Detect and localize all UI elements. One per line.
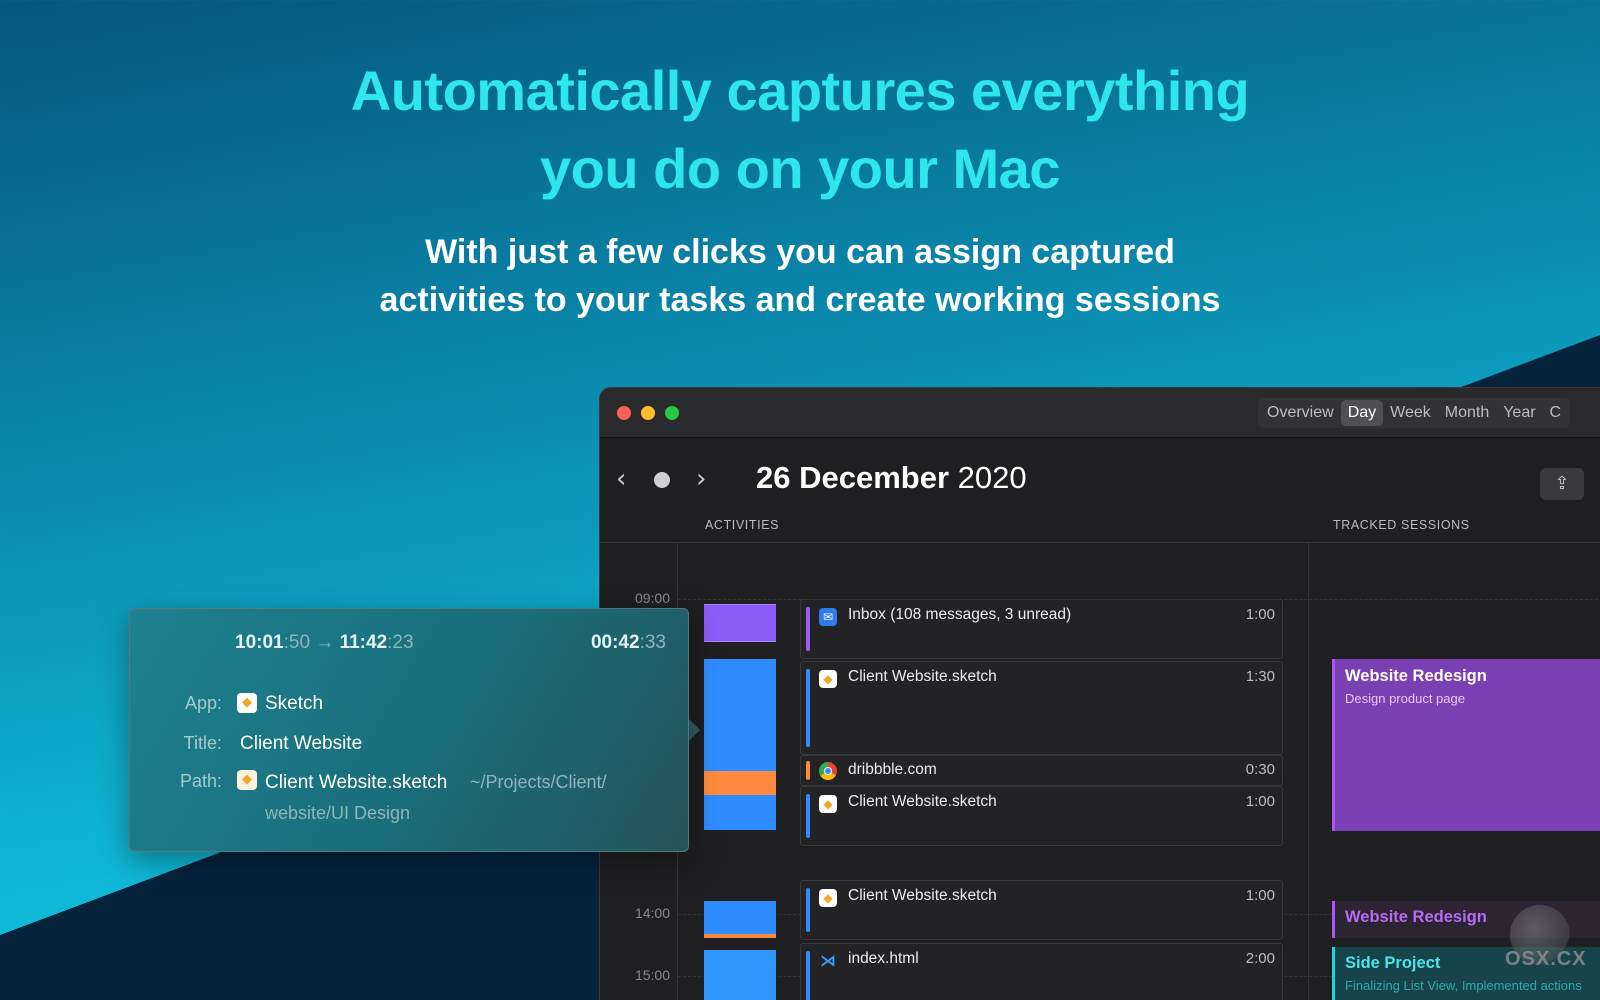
session-title: Website Redesign <box>1345 667 1487 685</box>
headline-line-2: you do on your Mac <box>540 137 1060 200</box>
activity-name: dribbble.com <box>848 761 937 778</box>
activity-timeline-block[interactable] <box>704 604 776 642</box>
arrow-right-icon: → <box>315 632 335 653</box>
title-label: Title: <box>183 733 222 753</box>
popover-duration: 00:42:33 <box>591 632 666 654</box>
header-divider <box>600 542 1600 543</box>
hero-headline: Automatically captures everything you do… <box>0 52 1600 208</box>
title-value: Client Website <box>240 733 363 754</box>
close-window-button[interactable] <box>617 406 631 420</box>
activity-color-bar <box>806 669 810 747</box>
path-directory-continued: website/UI Design <box>265 803 411 823</box>
duration-main: 00:42 <box>590 632 640 653</box>
activity-item[interactable]: ✉ Inbox (108 messages, 3 unread) 1:00 <box>800 599 1283 659</box>
end-time: 11:42 <box>339 632 388 653</box>
duration-seconds: :33 <box>639 632 666 653</box>
activity-color-bar <box>806 951 810 1000</box>
subhead-line-2: activities to your tasks and create work… <box>379 281 1221 319</box>
activity-duration: 1:30 <box>1245 668 1275 685</box>
subhead-line-1: With just a few clicks you can assign ca… <box>425 233 1175 271</box>
date-year: 2020 <box>957 460 1027 495</box>
hour-label: 15:00 <box>634 967 670 983</box>
app-label: App: <box>184 693 222 713</box>
hero-subheadline: With just a few clicks you can assign ca… <box>0 228 1600 324</box>
activity-timeline-block[interactable] <box>704 771 776 795</box>
vscode-icon: ⋊ <box>820 951 836 970</box>
view-switcher: Overview Day Week Month Year C <box>1258 398 1571 428</box>
activity-timeline-block[interactable] <box>704 901 776 938</box>
activity-timeline-block[interactable] <box>704 795 776 830</box>
activity-duration: 1:00 <box>1245 606 1275 623</box>
tab-year[interactable]: Year <box>1496 400 1542 426</box>
activity-color-bar <box>806 761 810 780</box>
activity-name: Client Website.sketch <box>848 668 997 685</box>
share-icon: ⇪ <box>1554 473 1570 494</box>
today-dot-button[interactable] <box>654 472 670 488</box>
tab-month[interactable]: Month <box>1438 400 1496 426</box>
activity-item[interactable]: ◆ Client Website.sketch 1:00 <box>800 880 1283 940</box>
session-title: Website Redesign <box>1345 908 1487 926</box>
activity-duration: 2:00 <box>1245 950 1275 967</box>
activity-timeline-block[interactable] <box>704 950 776 1000</box>
sessions-column-divider <box>1308 543 1309 1000</box>
zoom-window-button[interactable] <box>665 406 679 420</box>
date-day: 26 December <box>756 460 950 495</box>
session-item[interactable]: Website Redesign Design product page <box>1332 659 1600 831</box>
start-time: 10:01 <box>235 632 284 653</box>
sessions-column-header: TRACKED SESSIONS <box>1333 518 1470 532</box>
tab-day[interactable]: Day <box>1340 400 1384 426</box>
start-seconds: :50 <box>283 632 311 653</box>
activity-duration: 1:00 <box>1245 793 1275 810</box>
activity-color-bar <box>806 888 810 932</box>
activity-item[interactable]: dribbble.com 0:30 <box>800 755 1283 786</box>
activity-name: Inbox (108 messages, 3 unread) <box>848 606 1072 623</box>
activity-item[interactable]: ◆ Client Website.sketch 1:30 <box>800 661 1283 755</box>
tab-custom[interactable]: C <box>1543 400 1569 426</box>
app-value: Sketch <box>265 693 324 714</box>
sketch-icon: ◆ <box>819 889 837 907</box>
tab-overview[interactable]: Overview <box>1260 400 1341 426</box>
path-file[interactable]: Client Website.sketch <box>265 772 447 794</box>
activity-timeline-block[interactable] <box>704 659 776 771</box>
date-navigation: ‹ › 26 December 2020 ⇪ <box>600 438 1600 518</box>
sketch-icon: ◆ <box>237 693 257 713</box>
activity-detail-popover: 10:01:50 → 11:42:23 00:42:33 App: ◆ Sket… <box>129 608 689 852</box>
activity-color-bar <box>806 794 810 838</box>
chrome-icon <box>819 762 837 780</box>
share-button[interactable]: ⇪ <box>1540 468 1584 500</box>
activities-column-header: ACTIVITIES <box>705 518 780 532</box>
watermark-text: OSX.CX <box>1505 948 1587 970</box>
path-directory: ~/Projects/Client/ <box>470 772 607 792</box>
activity-name: Client Website.sketch <box>848 887 997 904</box>
path-label: Path: <box>179 771 222 791</box>
tab-week[interactable]: Week <box>1383 400 1438 426</box>
sketch-file-icon: ◆ <box>237 770 257 790</box>
activity-name: Client Website.sketch <box>848 793 997 810</box>
minimize-window-button[interactable] <box>641 406 655 420</box>
chevron-right-icon[interactable]: › <box>696 466 706 492</box>
mail-icon: ✉ <box>819 608 837 626</box>
popover-time-range: 10:01:50 → 11:42:23 <box>235 632 414 654</box>
headline-line-1: Automatically captures everything <box>350 59 1250 122</box>
hour-label: 14:00 <box>634 905 670 921</box>
activity-duration: 1:00 <box>1245 887 1275 904</box>
activity-item[interactable]: ◆ Client Website.sketch 1:00 <box>800 786 1283 846</box>
session-title: Side Project <box>1345 954 1441 972</box>
activity-color-bar <box>806 607 810 651</box>
window-titlebar: Overview Day Week Month Year C <box>600 388 1600 438</box>
sketch-icon: ◆ <box>819 795 837 813</box>
sketch-icon: ◆ <box>819 670 837 688</box>
session-subtitle: Design product page <box>1345 691 1465 706</box>
date-title: 26 December 2020 <box>756 458 1027 498</box>
activity-item[interactable]: ⋊ index.html 2:00 <box>800 943 1283 1000</box>
activity-duration: 0:30 <box>1245 761 1275 778</box>
activity-name: index.html <box>848 950 919 967</box>
end-seconds: :23 <box>387 632 414 653</box>
chevron-left-icon[interactable]: ‹ <box>616 466 626 492</box>
session-subtitle: Finalizing List View, Implemented action… <box>1345 978 1582 993</box>
app-window: Overview Day Week Month Year C ‹ › 26 De… <box>599 387 1600 1000</box>
hour-label: 09:00 <box>634 590 670 606</box>
popover-arrow <box>688 718 700 742</box>
